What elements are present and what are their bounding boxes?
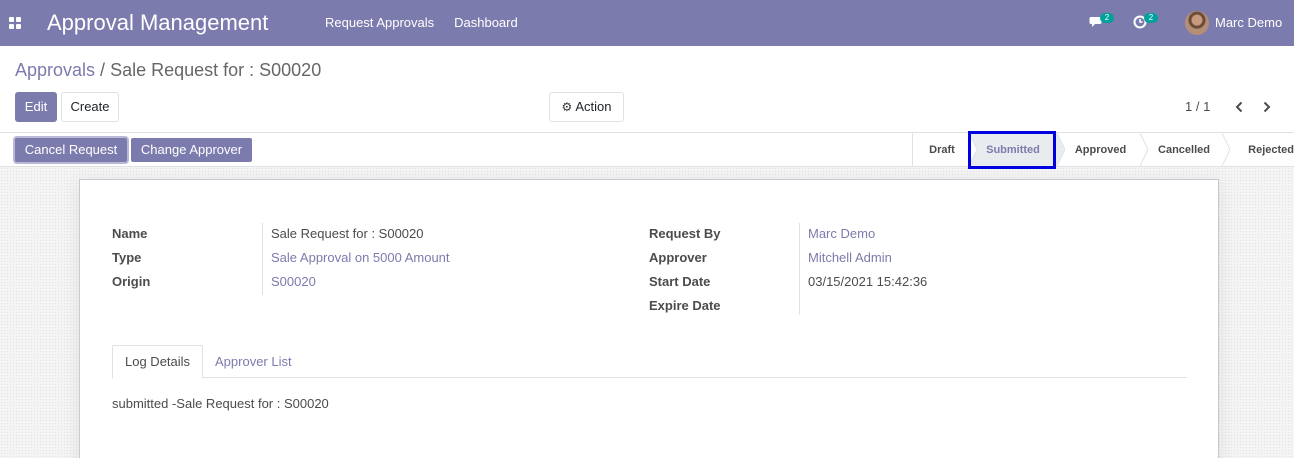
start-date-value: 03/15/2021 15:42:36 [808, 274, 928, 289]
chevron-right-icon [1263, 101, 1271, 113]
form-sheet: Name Type Origin Sale Request for : S000… [79, 179, 1219, 458]
stage-approved-label: Approved [1074, 143, 1127, 156]
gear-icon: ⚙ [561, 100, 573, 114]
stage-rejected-label: Rejected [1248, 143, 1294, 156]
stage-approved[interactable]: Approved [1057, 133, 1148, 166]
pager-previous-button[interactable] [1231, 98, 1247, 116]
log-details-text: submitted -Sale Request for : S00020 [112, 396, 329, 411]
pager-value[interactable]: 1 / 1 [1185, 100, 1210, 114]
stage-draft[interactable]: Draft [913, 133, 977, 166]
messages-badge: 2 [1100, 13, 1114, 23]
app-title[interactable]: Approval Management [47, 11, 268, 35]
stage-cancelled-label: Cancelled [1158, 143, 1210, 156]
action-label: Action [575, 99, 612, 114]
stage-submitted-label: Submitted [986, 143, 1040, 156]
statusbar: Cancel Request Change Approver Draft Sub… [0, 132, 1294, 167]
request-by-link[interactable]: Marc Demo [808, 227, 875, 241]
action-dropdown-button[interactable]: ⚙ Action [549, 92, 624, 122]
breadcrumb-separator: / [100, 60, 106, 80]
tab-log-details[interactable]: Log Details [112, 345, 204, 379]
expire-date-label: Expire Date [649, 298, 721, 313]
activities-badge: 2 [1144, 13, 1158, 23]
breadcrumb-parent[interactable]: Approvals [15, 60, 95, 80]
main-menu: Request Approvals Dashboard [325, 16, 538, 30]
menu-request-approvals[interactable]: Request Approvals [325, 16, 434, 30]
type-label: Type [112, 250, 142, 265]
notebook-tabs: Log Details Approver List [112, 345, 1187, 379]
chevron-left-icon [1235, 101, 1243, 113]
stage-separator [1140, 133, 1148, 166]
pager-next-button[interactable] [1259, 98, 1275, 116]
start-date-label: Start Date [649, 274, 711, 289]
approver-label: Approver [649, 250, 707, 265]
menu-dashboard[interactable]: Dashboard [454, 16, 518, 30]
left-group-divider [262, 223, 263, 295]
edit-button[interactable]: Edit [15, 92, 57, 122]
stage-draft-label: Draft [929, 143, 955, 156]
right-group-divider [799, 223, 800, 315]
stage-separator [1057, 133, 1065, 166]
type-link[interactable]: Sale Approval on 5000 Amount [271, 251, 450, 265]
breadcrumb: Approvals / Sale Request for : S00020 [15, 60, 321, 80]
name-value: Sale Request for : S00020 [271, 226, 424, 241]
tab-approver-list[interactable]: Approver List [203, 345, 304, 378]
top-navbar: Approval Management Request Approvals Da… [0, 0, 1294, 46]
request-by-label: Request By [649, 226, 721, 241]
change-approver-button[interactable]: Change Approver [131, 138, 252, 162]
stage-cancelled[interactable]: Cancelled [1140, 133, 1230, 166]
activities-tray[interactable]: 2 [1133, 13, 1163, 32]
breadcrumb-current: Sale Request for : S00020 [110, 60, 322, 80]
name-label: Name [112, 226, 148, 241]
origin-label: Origin [112, 274, 151, 289]
cancel-request-button[interactable]: Cancel Request [15, 138, 127, 162]
origin-link[interactable]: S00020 [271, 275, 316, 289]
messages-tray[interactable]: 2 [1089, 13, 1119, 32]
apps-menu-icon[interactable] [9, 17, 21, 29]
stage-separator [1222, 133, 1230, 166]
stage-submitted[interactable]: Submitted [969, 133, 1065, 166]
create-button[interactable]: Create [61, 92, 119, 122]
stage-pipeline: Draft Submitted Approved Cancelled Rejec… [912, 133, 1294, 166]
stage-rejected[interactable]: Rejected [1222, 133, 1294, 166]
user-menu-name[interactable]: Marc Demo [1215, 16, 1282, 30]
stage-separator [969, 133, 977, 166]
user-avatar[interactable] [1185, 11, 1209, 35]
approver-link[interactable]: Mitchell Admin [808, 251, 892, 265]
